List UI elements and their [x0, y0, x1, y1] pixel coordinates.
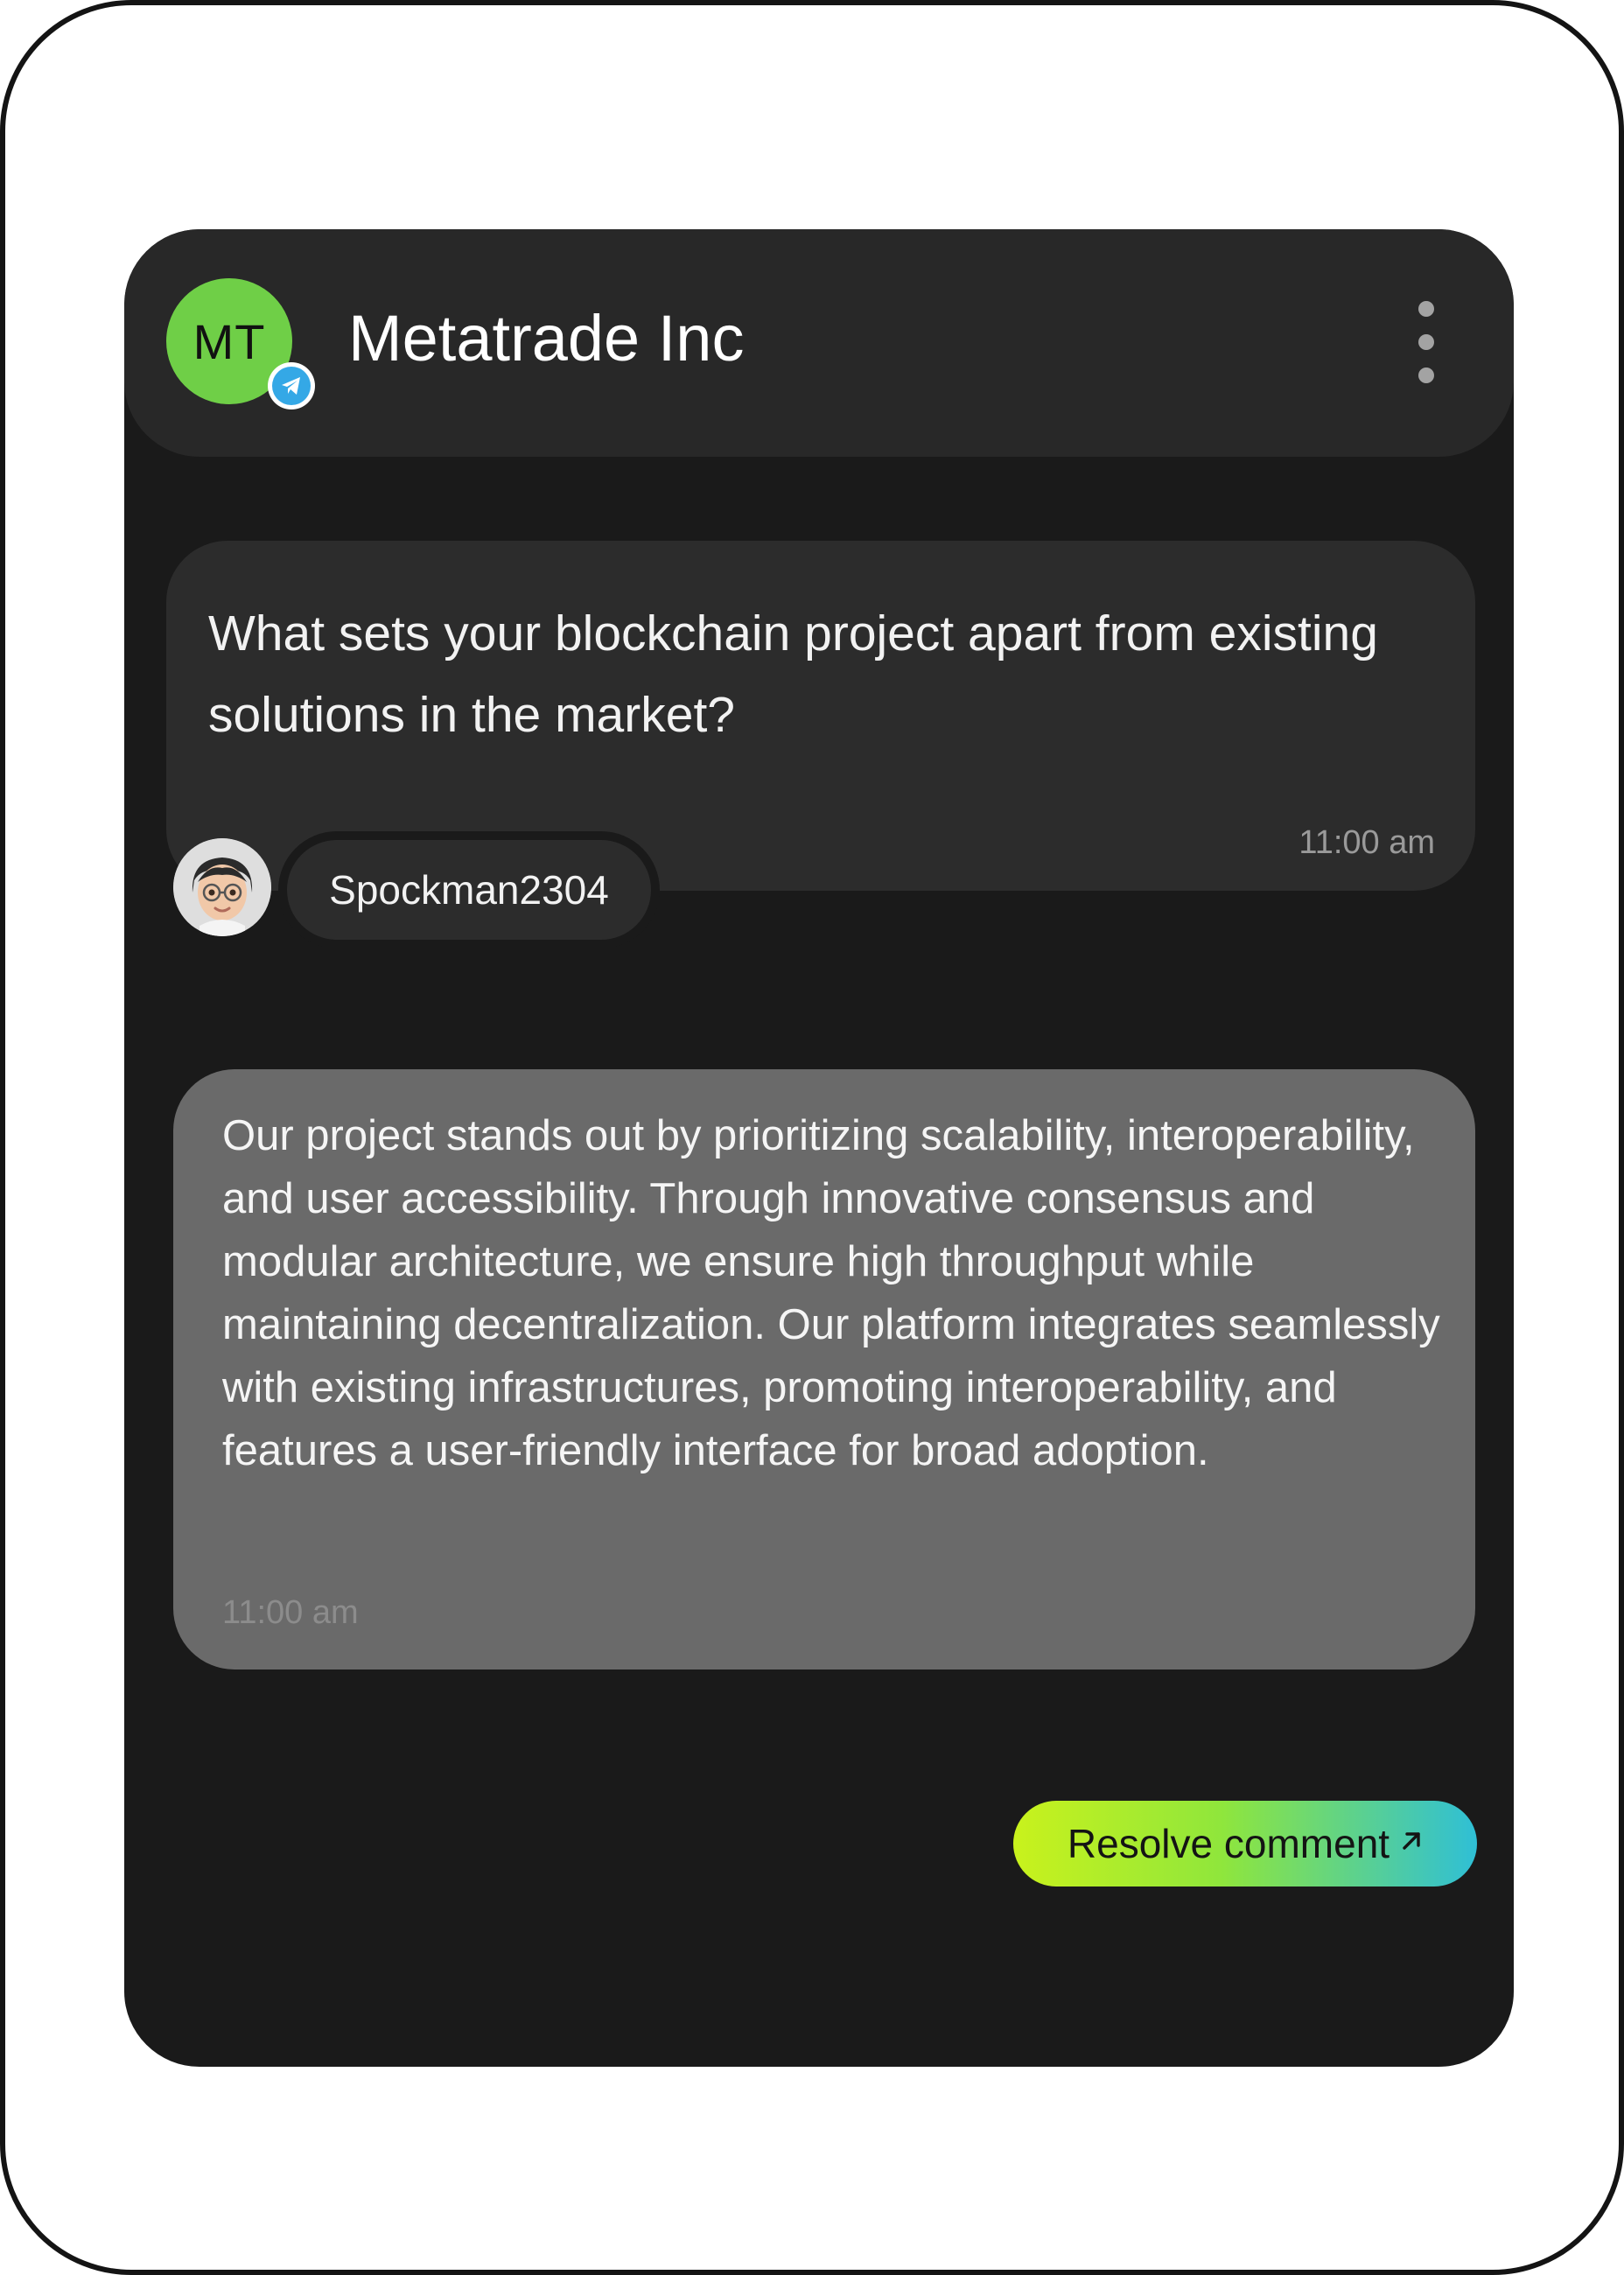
device-frame: MT Metatrade Inc What sets your blockcha…	[0, 0, 1624, 2275]
arrow-up-right-icon	[1400, 1830, 1423, 1852]
answer-timestamp: 11:00 am	[222, 1594, 359, 1631]
more-options-button[interactable]	[1409, 301, 1444, 383]
author-chip: Spockman2304	[278, 831, 660, 948]
company-avatar-initials: MT	[192, 313, 266, 369]
author-name[interactable]: Spockman2304	[287, 840, 651, 940]
comment-thread-panel: MT Metatrade Inc What sets your blockcha…	[124, 229, 1514, 2067]
more-vertical-icon-dot	[1418, 368, 1434, 383]
author-avatar[interactable]	[173, 838, 271, 936]
chat-header: MT Metatrade Inc	[124, 229, 1514, 457]
resolve-comment-button[interactable]: Resolve comment	[1013, 1801, 1477, 1886]
answer-text: Our project stands out by prioritizing s…	[222, 1112, 1440, 1474]
telegram-icon	[268, 362, 315, 410]
memoji-avatar-icon	[173, 838, 271, 936]
question-timestamp: 11:00 am	[1298, 824, 1435, 861]
resolve-comment-label: Resolve comment	[1067, 1821, 1390, 1866]
more-vertical-icon-dot	[1418, 301, 1434, 317]
more-vertical-icon-dot	[1418, 334, 1434, 350]
conversation-title: Metatrade Inc	[348, 302, 745, 374]
answer-message-bubble: Our project stands out by prioritizing s…	[173, 1069, 1475, 1670]
question-text: What sets your blockchain project apart …	[208, 606, 1378, 743]
